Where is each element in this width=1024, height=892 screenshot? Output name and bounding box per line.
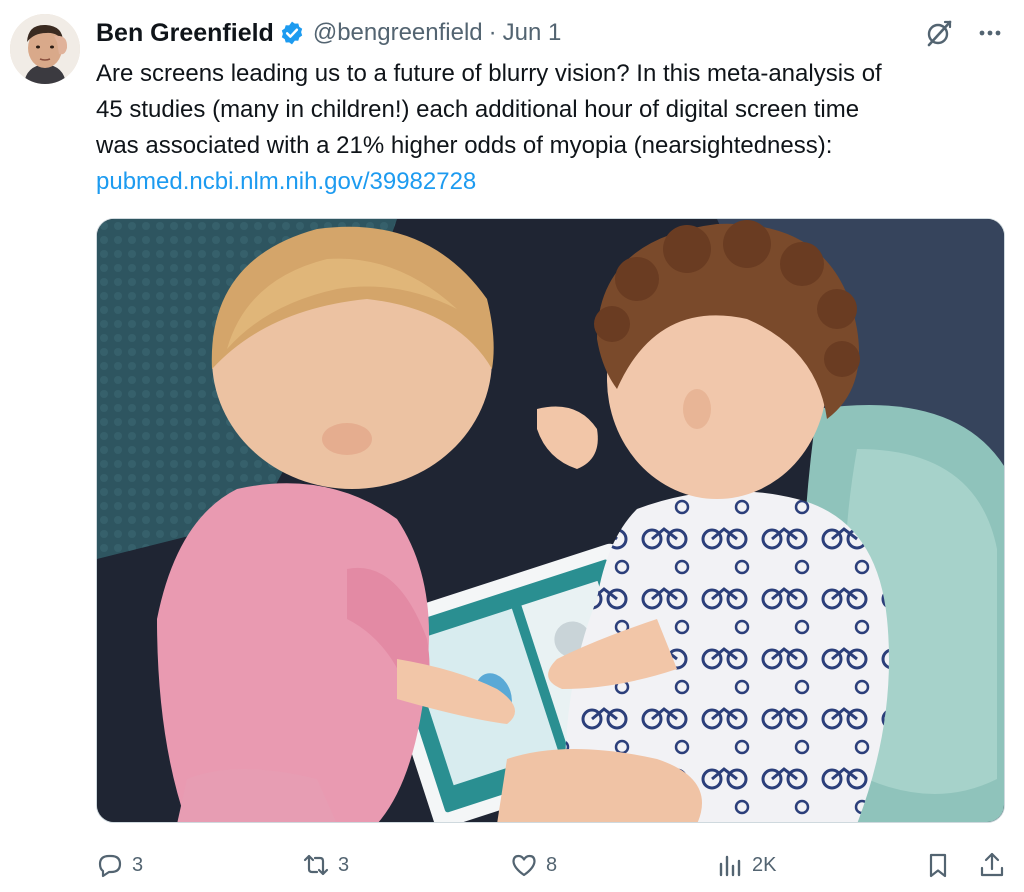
tweet-text: Are screens leading us to a future of bl… xyxy=(96,56,1001,200)
retweet-icon xyxy=(303,854,329,876)
avatar[interactable] xyxy=(10,14,80,84)
views-button[interactable]: 2K xyxy=(716,846,776,884)
author-name[interactable]: Ben Greenfield xyxy=(96,19,274,48)
reply-count: 3 xyxy=(132,853,144,876)
separator-dot: · xyxy=(488,19,497,46)
grok-icon[interactable] xyxy=(924,18,954,48)
reply-icon xyxy=(98,854,122,878)
more-options-icon[interactable] xyxy=(976,19,1004,47)
like-count: 8 xyxy=(546,853,558,876)
retweet-count: 3 xyxy=(338,853,350,876)
like-button[interactable]: 8 xyxy=(510,846,557,884)
secondary-actions xyxy=(924,846,1006,884)
verified-badge-icon xyxy=(281,21,303,45)
tweet-text-line: was associated with a 21% higher odds of… xyxy=(96,132,833,159)
views-icon xyxy=(719,855,741,877)
tweet-text-line: Are screens leading us to a future of bl… xyxy=(96,60,882,87)
tweet-card: Ben Greenfield @bengreenfield · Jun 1 Ar… xyxy=(0,0,1024,892)
tweet-text-line: 45 studies (many in children!) each addi… xyxy=(96,96,860,123)
reply-button[interactable]: 3 xyxy=(96,846,143,884)
like-icon xyxy=(512,854,536,877)
tweet-link[interactable]: pubmed.ncbi.nlm.nih.gov/39982728 xyxy=(96,168,476,195)
views-count: 2K xyxy=(752,853,777,876)
header-actions xyxy=(924,18,1004,48)
photo-two-toddlers-using-tablet xyxy=(97,219,1004,822)
tweet-header: Ben Greenfield @bengreenfield · Jun 1 xyxy=(96,18,1004,48)
bookmark-icon[interactable] xyxy=(924,851,952,879)
retweet-button[interactable]: 3 xyxy=(302,846,349,884)
author-handle[interactable]: @bengreenfield xyxy=(313,19,483,47)
tweet-action-bar: 3 3 8 2K xyxy=(96,846,1006,884)
tweet-media-photo[interactable] xyxy=(96,218,1005,823)
avatar-image xyxy=(10,14,80,84)
share-icon[interactable] xyxy=(978,851,1006,879)
tweet-date[interactable]: Jun 1 xyxy=(503,19,562,47)
